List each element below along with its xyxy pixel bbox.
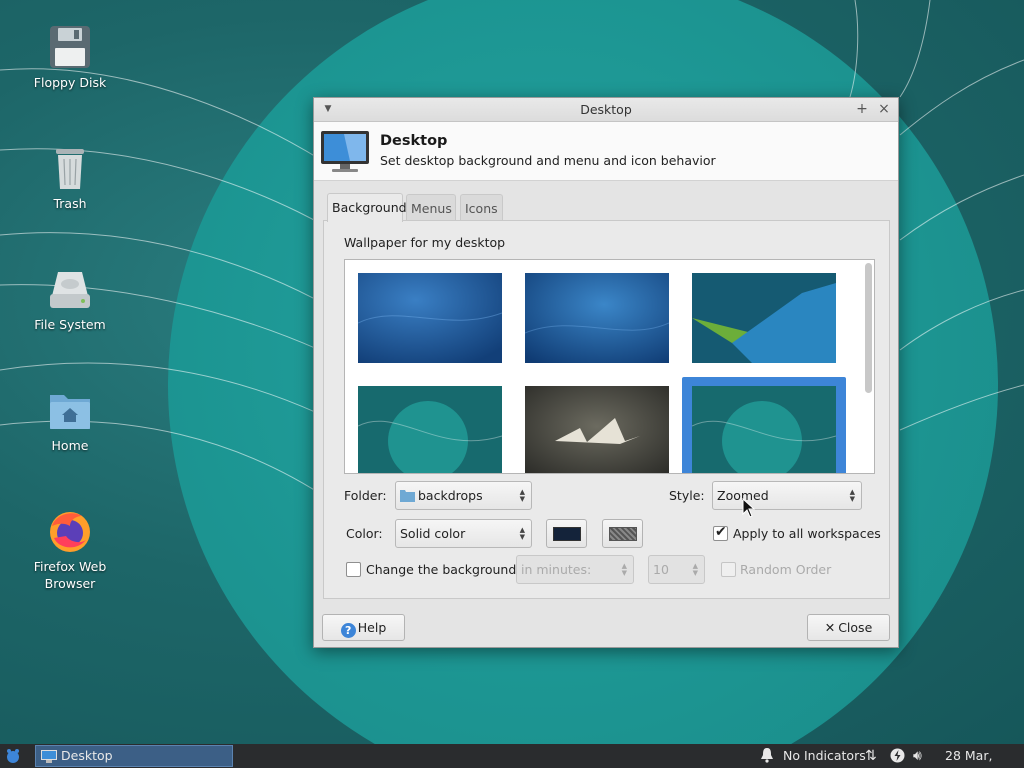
tab-background[interactable]: Background <box>327 193 407 222</box>
desktop-icon-label: File System <box>34 317 106 332</box>
desktop-icon-label: Floppy Disk <box>33 75 107 90</box>
taskbar-window-desktop[interactable]: Desktop <box>35 745 233 767</box>
taskbar: Desktop No Indicators ⇅ 🔊︎ 28 Mar, 15:40 <box>0 744 1024 768</box>
spinner-arrows-icon: ▲ ▼ <box>849 488 855 503</box>
desktop-icon-trash[interactable]: Trash <box>10 145 130 212</box>
maximize-icon[interactable]: + <box>853 100 871 118</box>
secondary-color-button[interactable] <box>602 519 643 548</box>
wallpaper-thumbnail[interactable] <box>525 386 669 473</box>
wallpaper-thumbnail[interactable] <box>692 273 836 363</box>
close-x-icon: ✕ <box>824 620 836 635</box>
notifications-icon[interactable] <box>760 744 774 768</box>
gallery-scrollbar[interactable] <box>865 263 872 393</box>
color-mode-select[interactable]: Solid color ▲ ▼ <box>395 519 532 548</box>
window-title: Desktop <box>580 102 632 117</box>
desktop-icon-filesystem[interactable]: File System <box>10 266 130 333</box>
change-background-checkbox[interactable] <box>346 562 361 577</box>
monitor-small-icon <box>41 750 57 763</box>
color-label: Color: <box>346 526 383 541</box>
desktop-icon-label: Home <box>51 438 89 453</box>
dialog-subtitle: Set desktop background and menu and icon… <box>380 153 716 168</box>
tab-menus[interactable]: Menus <box>406 194 456 221</box>
interval-unit-select[interactable]: in minutes: ▲ ▼ <box>516 555 634 584</box>
interval-value-spinner[interactable]: 10 ▲ ▼ <box>648 555 705 584</box>
secondary-color-swatch <box>609 527 637 541</box>
desktop-icon-home[interactable]: Home <box>10 387 130 454</box>
primary-color-button[interactable] <box>546 519 587 548</box>
dialog-header: Desktop Set desktop background and menu … <box>314 122 898 181</box>
random-order-checkbox[interactable] <box>721 562 736 577</box>
apply-all-label: Apply to all workspaces <box>733 526 881 541</box>
spinner-arrows-icon: ▲ ▼ <box>692 562 698 577</box>
desktop-settings-window: ▼ Desktop + × Desktop Set desktop backgr… <box>313 97 899 648</box>
help-icon: ? <box>340 623 356 638</box>
close-label: Close <box>838 620 873 635</box>
help-label: Help <box>357 620 387 635</box>
whisker-menu-icon[interactable] <box>4 747 22 765</box>
change-background-label: Change the background <box>366 562 517 577</box>
wallpaper-gallery[interactable] <box>344 259 875 474</box>
style-label: Style: <box>669 488 705 503</box>
apply-all-checkbox[interactable]: ✔ <box>713 524 728 541</box>
color-mode-value: Solid color <box>400 526 466 541</box>
desktop-icon-firefox[interactable]: Firefox Web Browser <box>10 508 130 592</box>
folder-label: Folder: <box>344 488 387 503</box>
folder-value: backdrops <box>418 488 483 503</box>
hard-drive-icon <box>50 272 90 308</box>
spinner-arrows-icon: ▲ ▼ <box>519 488 525 503</box>
indicators-label[interactable]: No Indicators <box>783 744 866 768</box>
desktop-icon-label: Firefox Web Browser <box>33 559 107 591</box>
background-tab-panel: Wallpaper for my desktop Folder: backdro… <box>323 220 890 599</box>
wallpaper-thumbnail[interactable] <box>525 273 669 363</box>
wallpaper-thumbnail[interactable] <box>358 386 502 473</box>
interval-value: 10 <box>653 562 669 577</box>
tab-icons[interactable]: Icons <box>460 194 503 221</box>
home-folder-icon <box>50 395 90 429</box>
interval-unit-value: in minutes: <box>521 562 592 577</box>
dialog-title: Desktop <box>380 133 448 149</box>
firefox-icon <box>50 512 90 552</box>
close-icon[interactable]: × <box>875 100 893 118</box>
monitor-icon <box>321 131 369 172</box>
network-icon[interactable]: ⇅ <box>865 744 877 768</box>
wallpaper-thumbnail-selected[interactable] <box>692 386 836 473</box>
spinner-arrows-icon: ▲ ▼ <box>621 562 627 577</box>
power-icon[interactable] <box>890 744 905 768</box>
close-button[interactable]: ✕ Close <box>807 614 890 641</box>
spinner-arrows-icon: ▲ ▼ <box>519 526 525 541</box>
wallpaper-label: Wallpaper for my desktop <box>344 235 506 250</box>
clock[interactable]: 28 Mar, 15:40 <box>945 744 1024 768</box>
checkmark-icon: ✔ <box>715 524 727 540</box>
mouse-pointer-icon <box>742 498 756 518</box>
floppy-disk-icon <box>50 26 90 68</box>
taskbar-window-label: Desktop <box>61 748 113 763</box>
folder-icon <box>400 490 415 502</box>
desktop-icon-floppy[interactable]: Floppy Disk <box>10 24 130 91</box>
wallpaper-thumbnail[interactable] <box>358 273 502 363</box>
desktop-icon-label: Trash <box>53 196 87 211</box>
volume-icon[interactable]: 🔊︎ <box>913 744 922 768</box>
trash-icon <box>56 149 84 189</box>
help-button[interactable]: ? Help <box>322 614 405 641</box>
primary-color-swatch <box>553 527 581 541</box>
random-order-label: Random Order <box>740 562 832 577</box>
folder-select[interactable]: backdrops ▲ ▼ <box>395 481 532 510</box>
style-select[interactable]: Zoomed ▲ ▼ <box>712 481 862 510</box>
window-titlebar[interactable]: ▼ Desktop + × <box>314 98 898 122</box>
